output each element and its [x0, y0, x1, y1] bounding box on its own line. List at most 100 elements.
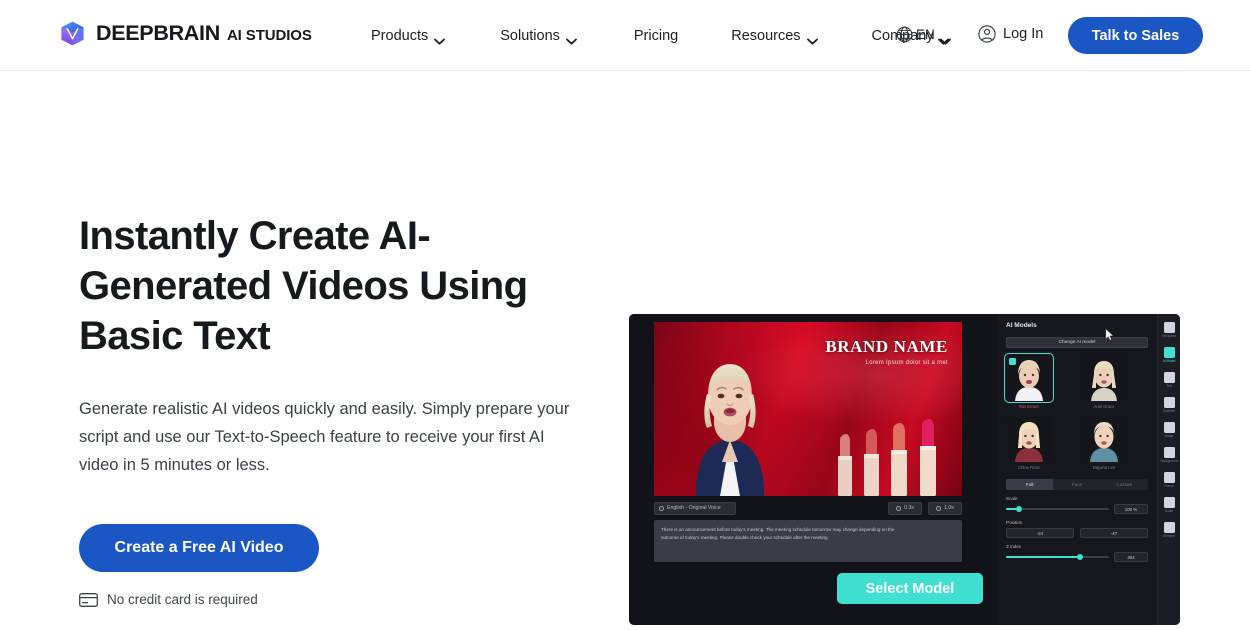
- position-x-field[interactable]: -24: [1006, 528, 1074, 538]
- ai-model-card-2[interactable]: Ariel Grace: [1081, 355, 1127, 409]
- no-credit-card-text: No credit card is required: [107, 592, 258, 607]
- image-icon: [1163, 422, 1175, 433]
- ai-presenter-avatar: [696, 364, 764, 496]
- credit-card-icon: [79, 592, 98, 607]
- rail-item-background[interactable]: Background: [1159, 445, 1180, 465]
- ai-model-card-3[interactable]: Chloe Rose: [1006, 416, 1052, 470]
- rail-item-text[interactable]: Text: [1159, 370, 1180, 390]
- rail-label-audio: Audio: [1164, 509, 1174, 513]
- ai-model-name-4: Dayana Lee: [1092, 465, 1116, 470]
- change-ai-model-button[interactable]: Change AI model: [1006, 337, 1148, 348]
- tab-face[interactable]: Face: [1053, 479, 1100, 490]
- hero-copy-column: Instantly Create AI-Generated Videos Usi…: [79, 211, 599, 607]
- lipstick-products: [838, 419, 936, 496]
- ai-model-name-2: Ariel Grace: [1093, 404, 1115, 409]
- position-y-field[interactable]: -47: [1080, 528, 1148, 538]
- nav-item-pricing[interactable]: Pricing: [634, 28, 678, 44]
- chevron-down-icon: [806, 33, 818, 45]
- text-icon: [1163, 372, 1175, 383]
- rail-item-frame[interactable]: Frame: [1159, 470, 1180, 490]
- no-credit-card-note: No credit card is required: [79, 592, 599, 607]
- scale-slider[interactable]: [1006, 505, 1109, 513]
- rail-item-templates[interactable]: Templates: [1159, 320, 1180, 340]
- rail-label-image: Image: [1164, 434, 1174, 438]
- ai-model-thumbnail-4: [1081, 416, 1127, 462]
- rail-label-ai-model: AI Model: [1162, 359, 1176, 363]
- zindex-label: Z index: [1006, 544, 1022, 549]
- user-circle-icon: [978, 25, 996, 43]
- voice-icon: [659, 505, 664, 511]
- chevron-down-icon: [565, 33, 577, 45]
- ai-model-card-4[interactable]: Dayana Lee: [1081, 416, 1127, 470]
- hero-description: Generate realistic AI videos quickly and…: [79, 400, 570, 474]
- rail-label-subtitles: Subtitles: [1162, 409, 1176, 413]
- create-free-ai-video-button[interactable]: Create a Free AI Video: [79, 524, 319, 572]
- zindex-knob[interactable]: [1077, 554, 1084, 560]
- nav-label-products: Products: [371, 27, 429, 44]
- scale-value[interactable]: 100 %: [1114, 504, 1148, 514]
- rail-label-element: Element: [1163, 534, 1175, 538]
- duration-chip-1[interactable]: 0.3s: [888, 501, 922, 515]
- duration-chip-2[interactable]: 1.0s: [928, 501, 962, 515]
- script-line-2: outcome of today's meeting. Please doubl…: [661, 535, 829, 540]
- nav-item-resources[interactable]: Resources: [731, 28, 818, 45]
- video-canvas[interactable]: BRAND NAME Lorem Ipsum dolor sit a met: [654, 322, 962, 496]
- product-screenshot: BRAND NAME Lorem Ipsum dolor sit a met E…: [629, 314, 1180, 625]
- script-editor[interactable]: There is an announcement before today's …: [654, 520, 962, 562]
- zindex-track-fill: [1006, 556, 1081, 558]
- scale-label: Scale: [1006, 496, 1018, 501]
- language-code: EN: [916, 27, 935, 42]
- scale-setting: Scale 100 %: [1006, 496, 1148, 514]
- zindex-setting: Z index 404: [1006, 544, 1148, 562]
- editor-tool-rail: Templates AI Model Text Subtitles Image: [1157, 314, 1180, 625]
- globe-icon: [896, 26, 913, 43]
- zindex-row: 404: [1006, 552, 1148, 562]
- scale-row: 100 %: [1006, 504, 1148, 514]
- language-selector[interactable]: EN: [896, 26, 949, 45]
- rail-item-image[interactable]: Image: [1159, 420, 1180, 440]
- ai-model-thumbnail-3: [1006, 416, 1052, 462]
- voice-language-label: English - Original Voice: [667, 505, 721, 511]
- mouse-pointer-icon: [1105, 328, 1114, 341]
- background-icon: [1163, 447, 1175, 458]
- duration-chip-1-label: 0.3s: [904, 505, 914, 511]
- rail-item-ai-model[interactable]: AI Model: [1159, 345, 1180, 365]
- chevron-down-icon: [434, 33, 446, 45]
- scale-knob[interactable]: [1016, 506, 1023, 512]
- nav-label-pricing: Pricing: [633, 27, 679, 44]
- brand-name: DEEPBRAIN: [96, 20, 220, 45]
- rail-item-element[interactable]: Element: [1159, 520, 1180, 540]
- ai-model-grid: Mia Brown Ariel Grace Chloe Rose Dayana …: [1004, 353, 1148, 470]
- select-model-button[interactable]: Select Model: [837, 573, 983, 604]
- zindex-slider[interactable]: [1006, 553, 1109, 561]
- rail-item-subtitles[interactable]: Subtitles: [1159, 395, 1180, 415]
- canvas-brand-block: BRAND NAME Lorem Ipsum dolor sit a met: [825, 338, 948, 366]
- subtitle-icon: [1163, 397, 1175, 408]
- brand-subtitle: AI STUDIOS: [226, 26, 312, 44]
- zindex-value[interactable]: 404: [1114, 552, 1148, 562]
- rail-label-templates: Templates: [1161, 334, 1177, 338]
- rail-label-frame: Frame: [1164, 484, 1174, 488]
- nav-label-solutions: Solutions: [500, 27, 560, 44]
- rail-item-audio[interactable]: Audio: [1159, 495, 1180, 515]
- canvas-brand-tagline: Lorem Ipsum dolor sit a met: [865, 360, 948, 366]
- nav-item-solutions[interactable]: Solutions: [500, 27, 577, 45]
- canvas-brand-title: BRAND NAME: [825, 337, 948, 356]
- login-link[interactable]: Log In: [978, 25, 1043, 43]
- page-title: Instantly Create AI-Generated Videos Usi…: [79, 214, 528, 358]
- ai-model-thumbnail-2: [1081, 355, 1127, 401]
- script-line-1: There is an announcement before today's …: [661, 527, 895, 532]
- tab-custom[interactable]: Custom: [1101, 479, 1148, 490]
- clock-icon: [896, 505, 902, 511]
- rail-label-background: Background: [1160, 459, 1178, 463]
- ai-models-panel: AI Models Change AI model Mia Brown Arie…: [997, 314, 1180, 625]
- position-label: Position: [1006, 520, 1023, 525]
- login-label: Log In: [1003, 26, 1044, 42]
- talk-to-sales-button[interactable]: Talk to Sales: [1068, 17, 1203, 54]
- brand-logo[interactable]: DEEPBRAIN AI STUDIOS: [59, 20, 312, 47]
- duration-chip-2-label: 1.0s: [944, 505, 954, 511]
- tab-full[interactable]: Full: [1006, 479, 1054, 490]
- ai-model-card-1[interactable]: Mia Brown: [1004, 353, 1054, 409]
- voice-language-chip[interactable]: English - Original Voice: [654, 501, 736, 515]
- nav-item-products[interactable]: Products: [371, 27, 446, 45]
